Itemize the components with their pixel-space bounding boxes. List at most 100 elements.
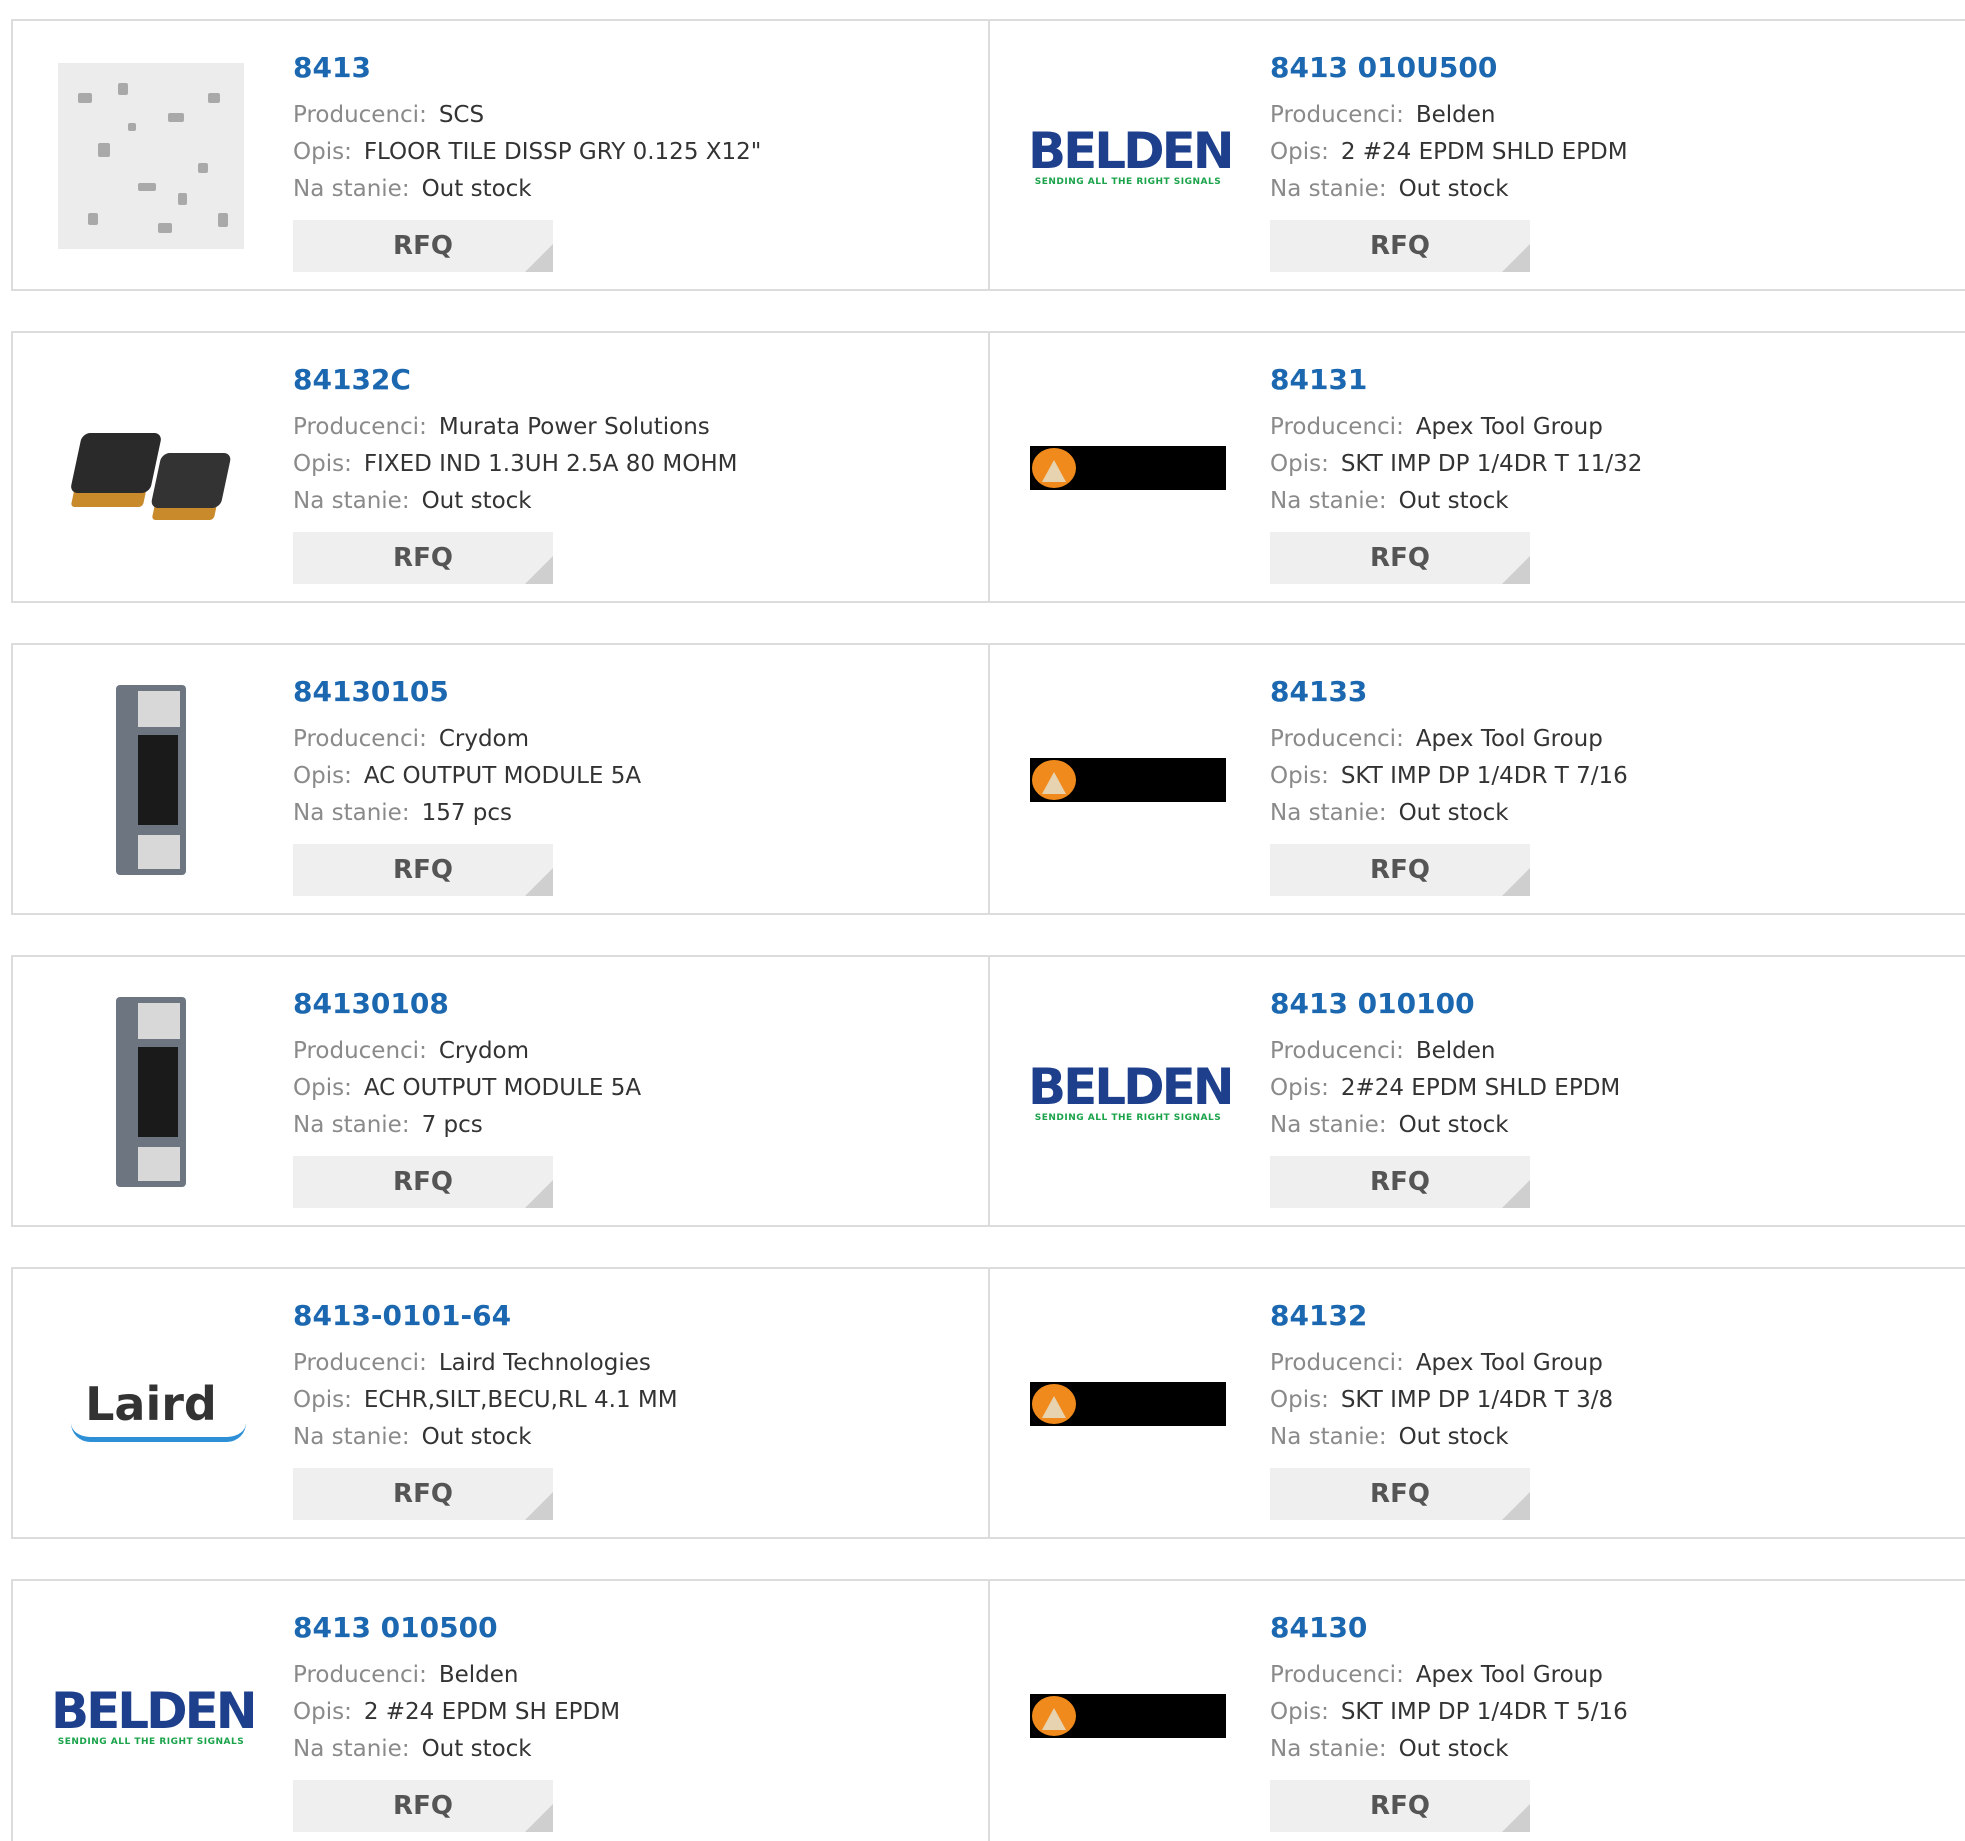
part-number-link[interactable]: 8413-0101-64 bbox=[293, 1299, 678, 1333]
manufacturer-label: Producenci: bbox=[1270, 726, 1404, 752]
stock-value: Out stock bbox=[1398, 1112, 1509, 1138]
part-number-link[interactable]: 8413 bbox=[293, 51, 761, 85]
rfq-label: RFQ bbox=[393, 1791, 453, 1821]
product-card: 84132 Producenci: Apex Tool Group Opis: SK… bbox=[990, 1269, 1965, 1537]
part-number-link[interactable]: 84130108 bbox=[293, 987, 641, 1021]
product-info: 84132C Producenci: Murata Power Solutions… bbox=[293, 363, 737, 584]
corner-triangle-icon bbox=[1502, 1180, 1530, 1208]
product-info: 84130105 Producenci: Crydom Opis: AC OUTPU… bbox=[293, 675, 641, 896]
description-value: 2 #24 EPDM SH EPDM bbox=[363, 1699, 621, 1725]
product-info: 84133 Producenci: Apex Tool Group Opis: SK… bbox=[1270, 675, 1628, 896]
product-info: 84130 Producenci: Apex Tool Group Opis: SK… bbox=[1270, 1611, 1628, 1832]
rfq-button[interactable]: RFQ bbox=[293, 220, 553, 272]
relay-module-image bbox=[106, 685, 196, 875]
description-line: Opis: 2 #24 EPDM SH EPDM bbox=[293, 1694, 620, 1731]
stock-line: Na stanie: Out stock bbox=[1270, 1107, 1620, 1144]
manufacturer-label: Producenci: bbox=[1270, 414, 1404, 440]
stock-label: Na stanie: bbox=[293, 488, 410, 514]
rfq-button[interactable]: RFQ bbox=[1270, 532, 1530, 584]
description-value: FLOOR TILE DISSP GRY 0.125 X12" bbox=[363, 139, 762, 165]
rfq-button[interactable]: RFQ bbox=[293, 532, 553, 584]
stock-label: Na stanie: bbox=[293, 1112, 410, 1138]
product-card: BELDEN SENDING ALL THE RIGHT SIGNALS 8413… bbox=[990, 21, 1965, 289]
product-card: 84130105 Producenci: Crydom Opis: AC OUTPU… bbox=[11, 645, 990, 913]
product-thumbnail[interactable] bbox=[51, 997, 251, 1187]
manufacturer-line: Producenci: Belden bbox=[1270, 1033, 1620, 1070]
manufacturer-value: Laird Technologies bbox=[438, 1350, 651, 1376]
rfq-label: RFQ bbox=[393, 855, 453, 885]
relay-module-image bbox=[106, 997, 196, 1187]
rfq-button[interactable]: RFQ bbox=[1270, 1780, 1530, 1832]
product-info: 8413-0101-64 Producenci: Laird Technologi… bbox=[293, 1299, 678, 1520]
product-thumbnail[interactable] bbox=[1028, 1309, 1228, 1499]
stock-value: Out stock bbox=[1398, 1736, 1509, 1762]
belden-wordmark: BELDEN bbox=[1028, 122, 1235, 180]
manufacturer-label: Producenci: bbox=[293, 1038, 427, 1064]
belden-wordmark: BELDEN bbox=[1028, 1058, 1235, 1116]
product-thumbnail[interactable]: BELDEN SENDING ALL THE RIGHT SIGNALS bbox=[51, 1621, 258, 1811]
belden-tagline: SENDING ALL THE RIGHT SIGNALS bbox=[57, 1737, 245, 1747]
manufacturer-line: Producenci: Apex Tool Group bbox=[1270, 409, 1642, 446]
corner-triangle-icon bbox=[525, 1492, 553, 1520]
corner-triangle-icon bbox=[525, 244, 553, 272]
product-card: 84132C Producenci: Murata Power Solutions… bbox=[11, 333, 990, 601]
product-thumbnail[interactable]: BELDEN SENDING ALL THE RIGHT SIGNALS bbox=[1028, 997, 1235, 1187]
rfq-button[interactable]: RFQ bbox=[1270, 1156, 1530, 1208]
product-thumbnail[interactable] bbox=[51, 61, 251, 251]
stock-value: Out stock bbox=[421, 176, 532, 202]
part-number-link[interactable]: 84130105 bbox=[293, 675, 641, 709]
product-thumbnail[interactable]: Laird bbox=[51, 1309, 251, 1499]
manufacturer-line: Producenci: Apex Tool Group bbox=[1270, 1345, 1613, 1382]
part-number-link[interactable]: 84133 bbox=[1270, 675, 1628, 709]
stock-label: Na stanie: bbox=[293, 176, 410, 202]
part-number-link[interactable]: 84132C bbox=[293, 363, 737, 397]
rfq-button[interactable]: RFQ bbox=[293, 1468, 553, 1520]
description-value: ECHR,SILT,BECU,RL 4.1 MM bbox=[363, 1387, 678, 1413]
stock-label: Na stanie: bbox=[1270, 1424, 1387, 1450]
rfq-button[interactable]: RFQ bbox=[293, 844, 553, 896]
stock-value: Out stock bbox=[421, 1736, 532, 1762]
rfq-button[interactable]: RFQ bbox=[1270, 844, 1530, 896]
product-thumbnail[interactable] bbox=[1028, 373, 1228, 563]
stock-label: Na stanie: bbox=[1270, 176, 1387, 202]
description-label: Opis: bbox=[1270, 1387, 1329, 1413]
manufacturer-line: Producenci: Belden bbox=[293, 1657, 620, 1694]
manufacturer-value: Belden bbox=[1415, 102, 1496, 128]
part-number-link[interactable]: 8413 010100 bbox=[1270, 987, 1620, 1021]
product-info: 8413 010U500 Producenci: Belden Opis: 2 #2… bbox=[1270, 51, 1628, 272]
part-number-link[interactable]: 84131 bbox=[1270, 363, 1642, 397]
product-thumbnail[interactable] bbox=[1028, 685, 1228, 875]
description-label: Opis: bbox=[293, 1387, 352, 1413]
apex-logo bbox=[1030, 1694, 1226, 1738]
product-thumbnail[interactable] bbox=[1028, 1621, 1228, 1811]
product-grid: 8413 Producenci: SCS Opis: FLOOR TILE DISS… bbox=[0, 0, 1965, 1841]
part-number-link[interactable]: 84132 bbox=[1270, 1299, 1613, 1333]
corner-triangle-icon bbox=[1502, 868, 1530, 896]
product-card: 84133 Producenci: Apex Tool Group Opis: SK… bbox=[990, 645, 1965, 913]
corner-triangle-icon bbox=[525, 556, 553, 584]
rfq-button[interactable]: RFQ bbox=[293, 1780, 553, 1832]
stock-label: Na stanie: bbox=[1270, 488, 1387, 514]
belden-logo: BELDEN SENDING ALL THE RIGHT SIGNALS bbox=[51, 1685, 258, 1747]
apex-logo bbox=[1030, 1382, 1226, 1426]
rfq-button[interactable]: RFQ bbox=[1270, 1468, 1530, 1520]
description-line: Opis: AC OUTPUT MODULE 5A bbox=[293, 1070, 641, 1107]
corner-triangle-icon bbox=[1502, 244, 1530, 272]
product-thumbnail[interactable] bbox=[51, 685, 251, 875]
stock-line: Na stanie: Out stock bbox=[1270, 1419, 1613, 1456]
part-number-link[interactable]: 8413 010U500 bbox=[1270, 51, 1628, 85]
manufacturer-value: Crydom bbox=[438, 1038, 530, 1064]
description-line: Opis: FIXED IND 1.3UH 2.5A 80 MOHM bbox=[293, 446, 737, 483]
part-number-link[interactable]: 8413 010500 bbox=[293, 1611, 620, 1645]
product-info: 8413 010500 Producenci: Belden Opis: 2 #24… bbox=[293, 1611, 620, 1832]
product-row: 8413 Producenci: SCS Opis: FLOOR TILE DISS… bbox=[11, 19, 1965, 291]
product-thumbnail[interactable] bbox=[51, 373, 251, 563]
part-number-link[interactable]: 84130 bbox=[1270, 1611, 1628, 1645]
rfq-button[interactable]: RFQ bbox=[293, 1156, 553, 1208]
description-value: SKT IMP DP 1/4DR T 3/8 bbox=[1340, 1387, 1614, 1413]
stock-line: Na stanie: Out stock bbox=[1270, 171, 1628, 208]
description-line: Opis: ECHR,SILT,BECU,RL 4.1 MM bbox=[293, 1382, 678, 1419]
stock-line: Na stanie: Out stock bbox=[293, 1419, 678, 1456]
product-thumbnail[interactable]: BELDEN SENDING ALL THE RIGHT SIGNALS bbox=[1028, 61, 1235, 251]
rfq-button[interactable]: RFQ bbox=[1270, 220, 1530, 272]
